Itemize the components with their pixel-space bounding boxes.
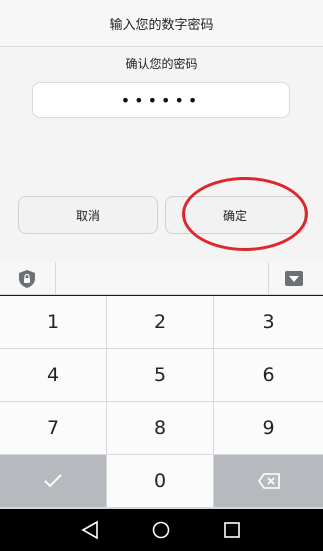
lock-shield-icon[interactable] (17, 269, 37, 289)
key-8[interactable]: 8 (107, 402, 213, 454)
dialog-title: 输入您的数字密码 (0, 0, 323, 47)
checkmark-icon (44, 474, 62, 488)
confirm-button[interactable]: 确定 (165, 196, 305, 234)
system-navbar (0, 509, 323, 551)
numeric-keypad: 1 2 3 4 5 6 7 8 9 0 (0, 296, 323, 509)
key-6[interactable]: 6 (214, 349, 323, 401)
backspace-icon (257, 473, 280, 489)
password-mask: •••••• (120, 90, 202, 110)
key-1[interactable]: 1 (0, 296, 106, 348)
key-5[interactable]: 5 (107, 349, 213, 401)
password-input[interactable]: •••••• (32, 82, 290, 118)
key-9[interactable]: 9 (214, 402, 323, 454)
back-triangle-icon[interactable] (80, 520, 100, 540)
password-dialog: 输入您的数字密码 确认您的密码 •••••• 取消 确定 (0, 0, 323, 262)
key-7[interactable]: 7 (0, 402, 106, 454)
home-circle-icon[interactable] (151, 520, 171, 540)
key-0[interactable]: 0 (107, 455, 213, 507)
backspace-key[interactable] (214, 455, 323, 507)
recents-square-icon[interactable] (222, 520, 242, 540)
key-3[interactable]: 3 (214, 296, 323, 348)
key-4[interactable]: 4 (0, 349, 106, 401)
dialog-subtitle: 确认您的密码 (125, 57, 198, 71)
key-2[interactable]: 2 (107, 296, 213, 348)
keyboard-toolbar (0, 262, 323, 295)
checkmark-key[interactable] (0, 455, 106, 507)
cancel-button[interactable]: 取消 (18, 196, 158, 234)
keyboard-hide-icon[interactable] (285, 271, 303, 286)
